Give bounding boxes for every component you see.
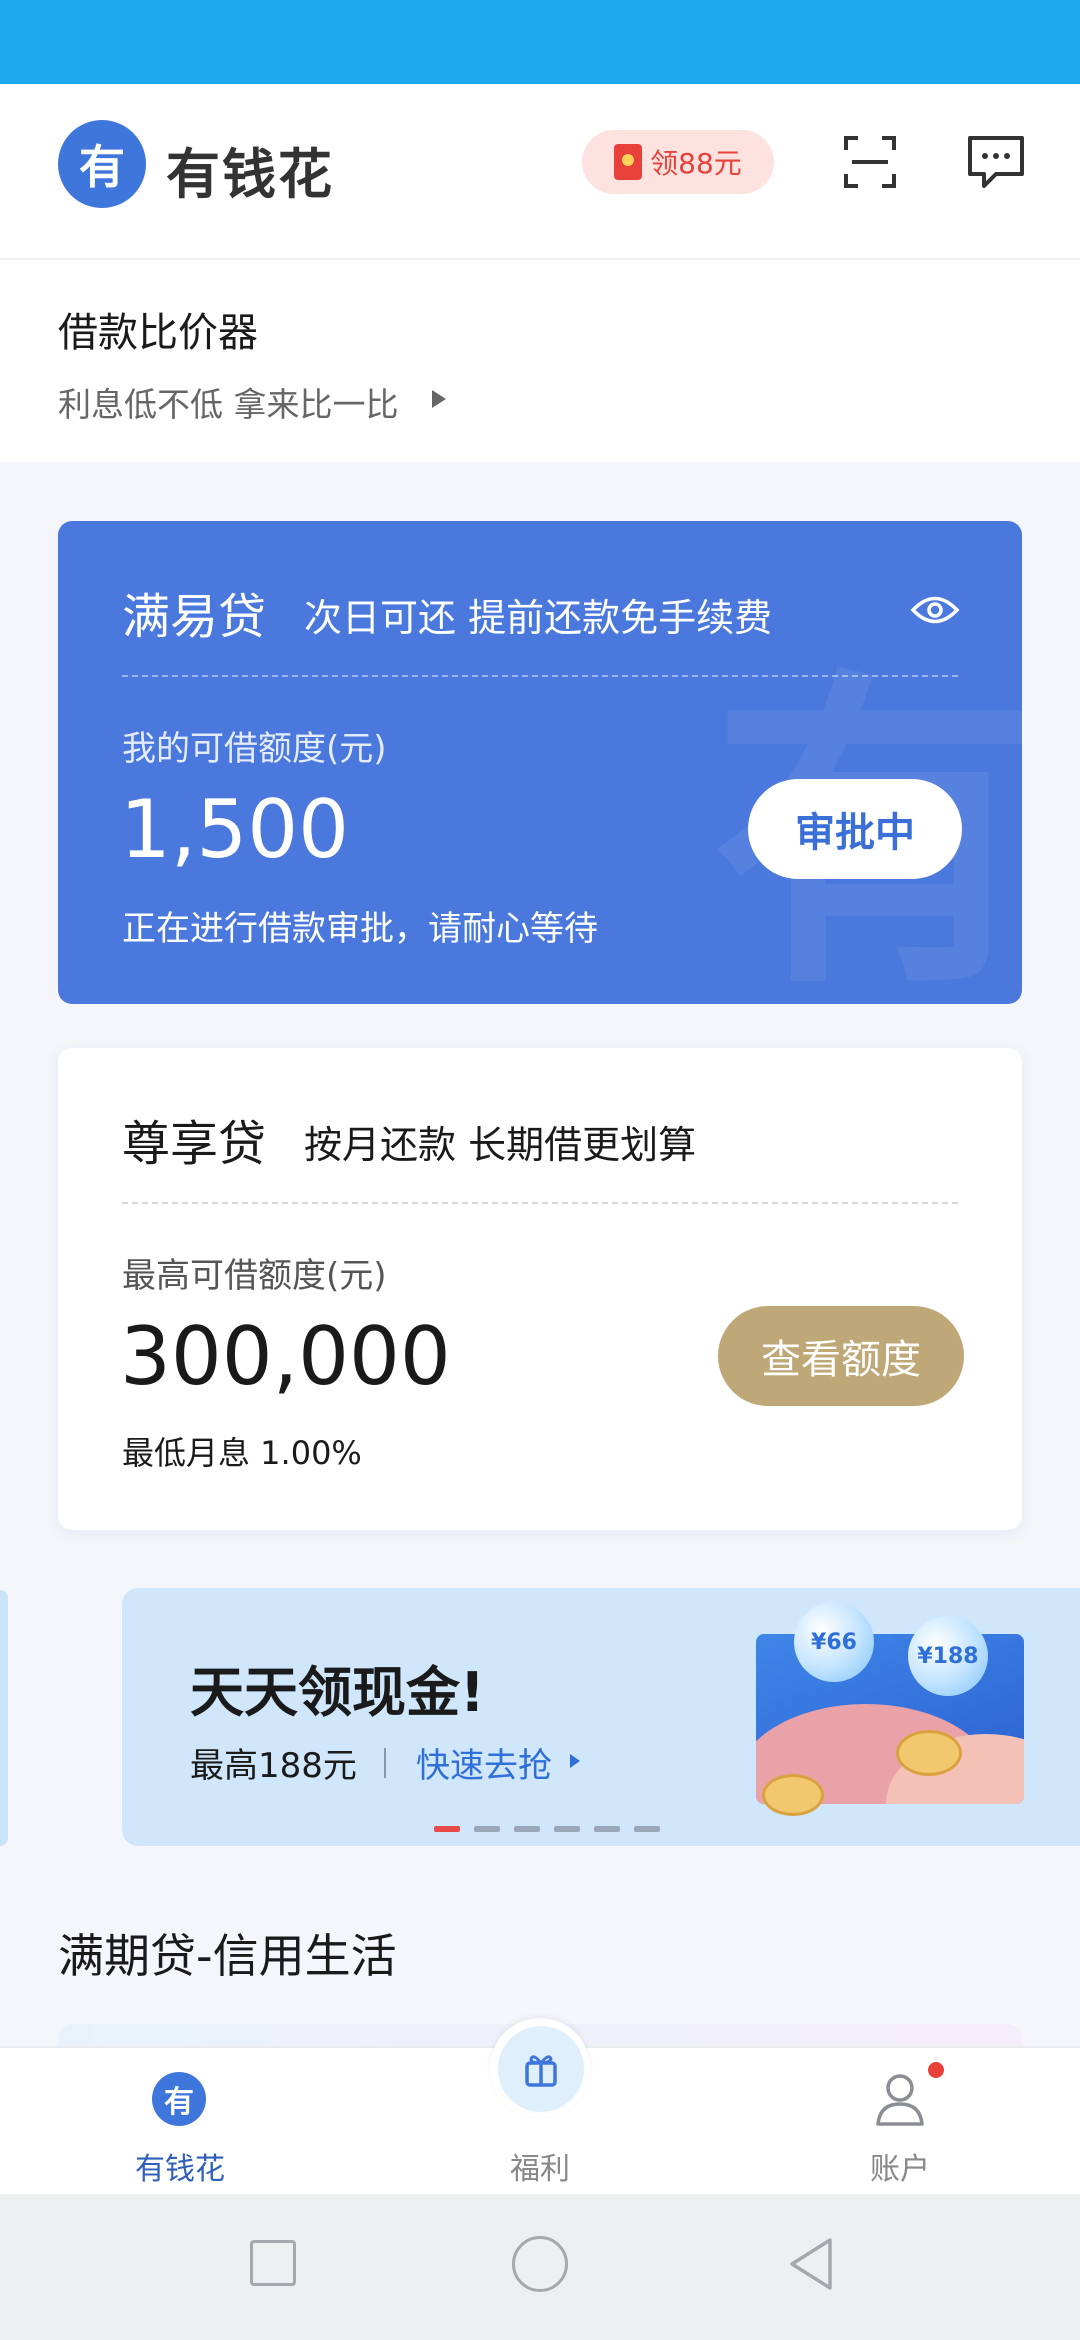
loan-card-manyidai[interactable]: 有 满易贷 次日可还 提前还款免手续费 我的可借额度(元) 1,500 正在进行… <box>58 521 1022 1004</box>
cash-banner[interactable]: 天天领现金! 最高188元 快速去抢 ¥66 ¥188 <box>122 1588 1080 1846</box>
section-title: 满期贷-信用生活 <box>58 1929 397 1983</box>
system-nav-bar <box>0 2194 1080 2340</box>
promo-red-packet-button[interactable]: 领88元 <box>582 130 774 194</box>
approval-note: 正在进行借款审批，请耐心等待 <box>122 909 598 949</box>
coin-icon <box>896 1730 962 1776</box>
dashed-divider <box>122 675 958 677</box>
carousel-dot[interactable] <box>434 1826 460 1832</box>
view-limit-button[interactable]: 查看额度 <box>718 1306 964 1406</box>
red-packet-icon <box>614 144 643 180</box>
banner-link[interactable]: 快速去抢 <box>416 1738 552 1787</box>
message-icon[interactable] <box>966 134 1026 190</box>
bubble-188: ¥188 <box>908 1616 988 1696</box>
home-button[interactable] <box>512 2236 568 2292</box>
loan-name: 满易贷 <box>122 589 267 645</box>
tab-label: 有钱花 <box>135 2152 225 2187</box>
carousel-dot[interactable] <box>474 1826 500 1832</box>
scan-icon[interactable] <box>842 134 898 190</box>
limit-amount: 300,000 <box>120 1310 451 1403</box>
carousel-dot[interactable] <box>634 1826 660 1832</box>
loan-card-zunxiangdai[interactable]: 尊享贷 按月还款 长期借更划算 最高可借额度(元) 300,000 最低月息 1… <box>58 1048 1022 1530</box>
coin-icon <box>762 1774 824 1816</box>
compare-title: 借款比价器 <box>58 310 258 356</box>
tab-label: 福利 <box>510 2152 570 2187</box>
tab-label: 账户 <box>870 2152 930 2187</box>
gift-icon <box>498 2026 584 2112</box>
loan-tagline: 次日可还 提前还款免手续费 <box>304 596 773 640</box>
interest-note: 最低月息 1.00% <box>122 1434 362 1472</box>
recents-button[interactable] <box>250 2240 296 2286</box>
banner-separator <box>384 1748 386 1778</box>
banner-subtitle: 最高188元 <box>190 1746 357 1786</box>
bubble-66: ¥66 <box>794 1602 874 1682</box>
app-title: 有钱花 <box>166 143 334 206</box>
promo-label: 领88元 <box>650 147 742 180</box>
limit-amount: 1,500 <box>120 783 350 876</box>
loan-compare-entry[interactable]: 借款比价器 利息低不低 拿来比一比 <box>0 260 1080 462</box>
play-arrow-icon <box>570 1754 580 1768</box>
carousel-dot[interactable] <box>594 1826 620 1832</box>
eye-icon[interactable] <box>910 593 960 627</box>
back-button[interactable] <box>786 2234 836 2294</box>
app-logo: 有 <box>58 120 146 208</box>
banner-prev-peek <box>0 1590 8 1846</box>
approval-status-button[interactable]: 审批中 <box>748 779 962 879</box>
loan-tagline: 按月还款 长期借更划算 <box>304 1123 697 1167</box>
status-bar <box>0 0 1080 84</box>
home-logo-icon: 有 <box>152 2072 206 2126</box>
notification-dot <box>928 2062 944 2078</box>
loan-name: 尊享贷 <box>122 1116 267 1172</box>
limit-label: 最高可借额度(元) <box>122 1256 387 1296</box>
carousel-dot[interactable] <box>514 1826 540 1832</box>
top-bar: 有 有钱花 领88元 <box>0 84 1080 260</box>
play-arrow-icon <box>432 390 446 408</box>
tab-account[interactable]: 账户 <box>780 2048 1020 2196</box>
compare-subtitle: 利息低不低 拿来比一比 <box>58 385 399 424</box>
bottom-tab-bar: 有 有钱花 福利 账户 <box>0 2018 1080 2196</box>
carousel-dot[interactable] <box>554 1826 580 1832</box>
dashed-divider <box>122 1202 958 1204</box>
banner-title: 天天领现金! <box>190 1661 485 1724</box>
carousel-dots <box>434 1826 660 1832</box>
tab-home[interactable]: 有 有钱花 <box>60 2048 300 2196</box>
limit-label: 我的可借额度(元) <box>122 729 387 769</box>
user-icon <box>876 2074 924 2126</box>
tab-welfare[interactable]: 福利 <box>420 2018 660 2196</box>
